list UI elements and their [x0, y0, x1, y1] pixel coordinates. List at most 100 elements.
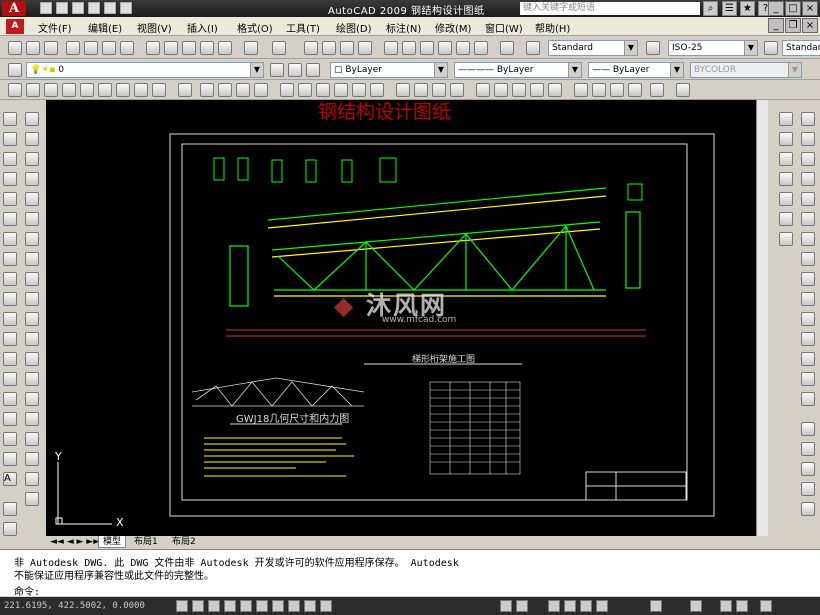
make-current-icon[interactable] [270, 63, 284, 77]
angular-icon[interactable] [25, 252, 39, 266]
view-bottom-icon[interactable] [494, 83, 508, 97]
shape-cylinder-icon[interactable] [62, 83, 76, 97]
shape-cone-icon[interactable] [8, 83, 22, 97]
shape-pyramid-icon[interactable] [80, 83, 94, 97]
layout-space-icon[interactable] [516, 600, 528, 612]
grid-display-icon[interactable] [192, 600, 204, 612]
thicken-icon[interactable] [432, 83, 446, 97]
presspull-icon[interactable] [200, 83, 214, 97]
tab-layout1[interactable]: 布局1 [130, 536, 162, 548]
shape-polysolid-icon[interactable] [134, 83, 148, 97]
showmotion-icon[interactable] [596, 600, 608, 612]
view-front-icon[interactable] [548, 83, 562, 97]
sheet-set-icon[interactable] [438, 41, 452, 55]
point-icon[interactable] [3, 372, 17, 386]
menu-view[interactable]: 视图(V) [137, 20, 172, 35]
layer-states-icon[interactable] [306, 63, 320, 77]
annotation-visibility-icon[interactable] [690, 600, 702, 612]
menu-insert[interactable]: 插入(I) [187, 20, 218, 35]
document-icon[interactable]: A [6, 19, 24, 34]
menu-dimension[interactable]: 标注(N) [386, 20, 421, 35]
zoom-previous-icon[interactable] [358, 41, 372, 55]
dim-text-edit-icon[interactable] [25, 472, 39, 486]
imprint-icon[interactable] [450, 83, 464, 97]
union-icon[interactable] [280, 83, 294, 97]
spline-icon[interactable] [3, 272, 17, 286]
shape-box-icon[interactable] [26, 83, 40, 97]
baseline-icon[interactable] [25, 292, 39, 306]
zoom-toolbar-icon[interactable] [3, 502, 17, 516]
stretch-icon[interactable] [801, 132, 815, 146]
snap-node-icon[interactable] [801, 442, 815, 456]
steering-wheel-icon[interactable] [580, 600, 592, 612]
dim-update-icon[interactable] [25, 492, 39, 506]
undo-toolbar-icon[interactable] [244, 41, 258, 55]
menu-file[interactable]: 文件(F) [38, 20, 72, 35]
search-input[interactable]: 键入关键字或短语 [520, 2, 700, 15]
snap-endpoint-icon[interactable] [801, 292, 815, 306]
snap-perpendicular-icon[interactable] [801, 422, 815, 436]
vertical-scrollbar[interactable] [756, 100, 768, 536]
view-sw-iso-icon[interactable] [574, 83, 588, 97]
menu-modify[interactable]: 修改(M) [435, 20, 471, 35]
dim-edit-icon[interactable] [25, 452, 39, 466]
design-center-icon[interactable] [402, 41, 416, 55]
menu-help[interactable]: 帮助(H) [535, 20, 570, 35]
rectangle-icon[interactable] [3, 192, 17, 206]
view-top-icon[interactable] [476, 83, 490, 97]
layer-manager-icon[interactable] [8, 63, 22, 77]
arc-icon[interactable] [3, 212, 17, 226]
snap-quadrant-icon[interactable] [801, 372, 815, 386]
lock-toolbar-icon[interactable] [736, 600, 748, 612]
move-icon[interactable] [779, 212, 793, 226]
linear-dim-icon[interactable] [25, 112, 39, 126]
publish-icon[interactable] [102, 41, 116, 55]
erase-icon[interactable] [779, 112, 793, 126]
chamfer-icon[interactable] [801, 232, 815, 246]
view-nw-iso-icon[interactable] [628, 83, 642, 97]
intersect-icon[interactable] [316, 83, 330, 97]
radius-icon[interactable] [25, 192, 39, 206]
3d-rotate-icon[interactable] [352, 83, 366, 97]
command-prompt[interactable]: 命令: [14, 583, 40, 598]
match-properties-icon[interactable] [200, 41, 214, 55]
close-button[interactable]: × [802, 1, 818, 16]
slice-icon[interactable] [414, 83, 428, 97]
loft-icon[interactable] [254, 83, 268, 97]
doc-minimize-button[interactable]: _ [768, 18, 784, 33]
menu-draw[interactable]: 绘图(D) [336, 20, 372, 35]
snap-center-icon[interactable] [801, 352, 815, 366]
shape-torus-icon[interactable] [116, 83, 130, 97]
table-style-icon[interactable] [764, 41, 778, 55]
table-style-select[interactable]: Standar [782, 40, 820, 56]
multiline-text-icon[interactable]: A [3, 472, 17, 486]
camera-icon[interactable] [650, 83, 664, 97]
insert-block-icon[interactable] [3, 332, 17, 346]
snap-mode-icon[interactable] [176, 600, 188, 612]
3d-array-icon[interactable] [396, 83, 410, 97]
shape-wedge-icon[interactable] [98, 83, 112, 97]
view-left-icon[interactable] [512, 83, 526, 97]
layer-previous-icon[interactable] [288, 63, 302, 77]
offset-icon[interactable] [779, 172, 793, 186]
open-file-icon[interactable] [56, 2, 68, 14]
aligned-dim-icon[interactable] [25, 132, 39, 146]
lineweight-icon[interactable] [304, 600, 316, 612]
plot-icon[interactable] [66, 41, 80, 55]
redo-icon[interactable] [120, 2, 132, 14]
fillet-icon[interactable] [801, 252, 815, 266]
linetype-select[interactable]: ———— ByLayer ▼ [454, 62, 582, 78]
view-right-icon[interactable] [530, 83, 544, 97]
polyline-icon[interactable] [3, 152, 17, 166]
table-icon[interactable] [3, 452, 17, 466]
view-se-iso-icon[interactable] [592, 83, 606, 97]
help-toolbar-icon[interactable] [500, 41, 514, 55]
menu-tools[interactable]: 工具(T) [286, 20, 320, 35]
object-snap-tracking-icon[interactable] [256, 600, 268, 612]
ordinate-icon[interactable] [25, 172, 39, 186]
view-ne-iso-icon[interactable] [610, 83, 624, 97]
drawing-canvas[interactable]: 钢结构设计图纸 梯形桁架施工图 GWJ18几何尺寸和内力图 ◆ 沐风网 www.… [46, 100, 768, 536]
jogged-linear-icon[interactable] [25, 432, 39, 446]
save-icon[interactable] [72, 2, 84, 14]
copy-icon[interactable] [164, 41, 178, 55]
